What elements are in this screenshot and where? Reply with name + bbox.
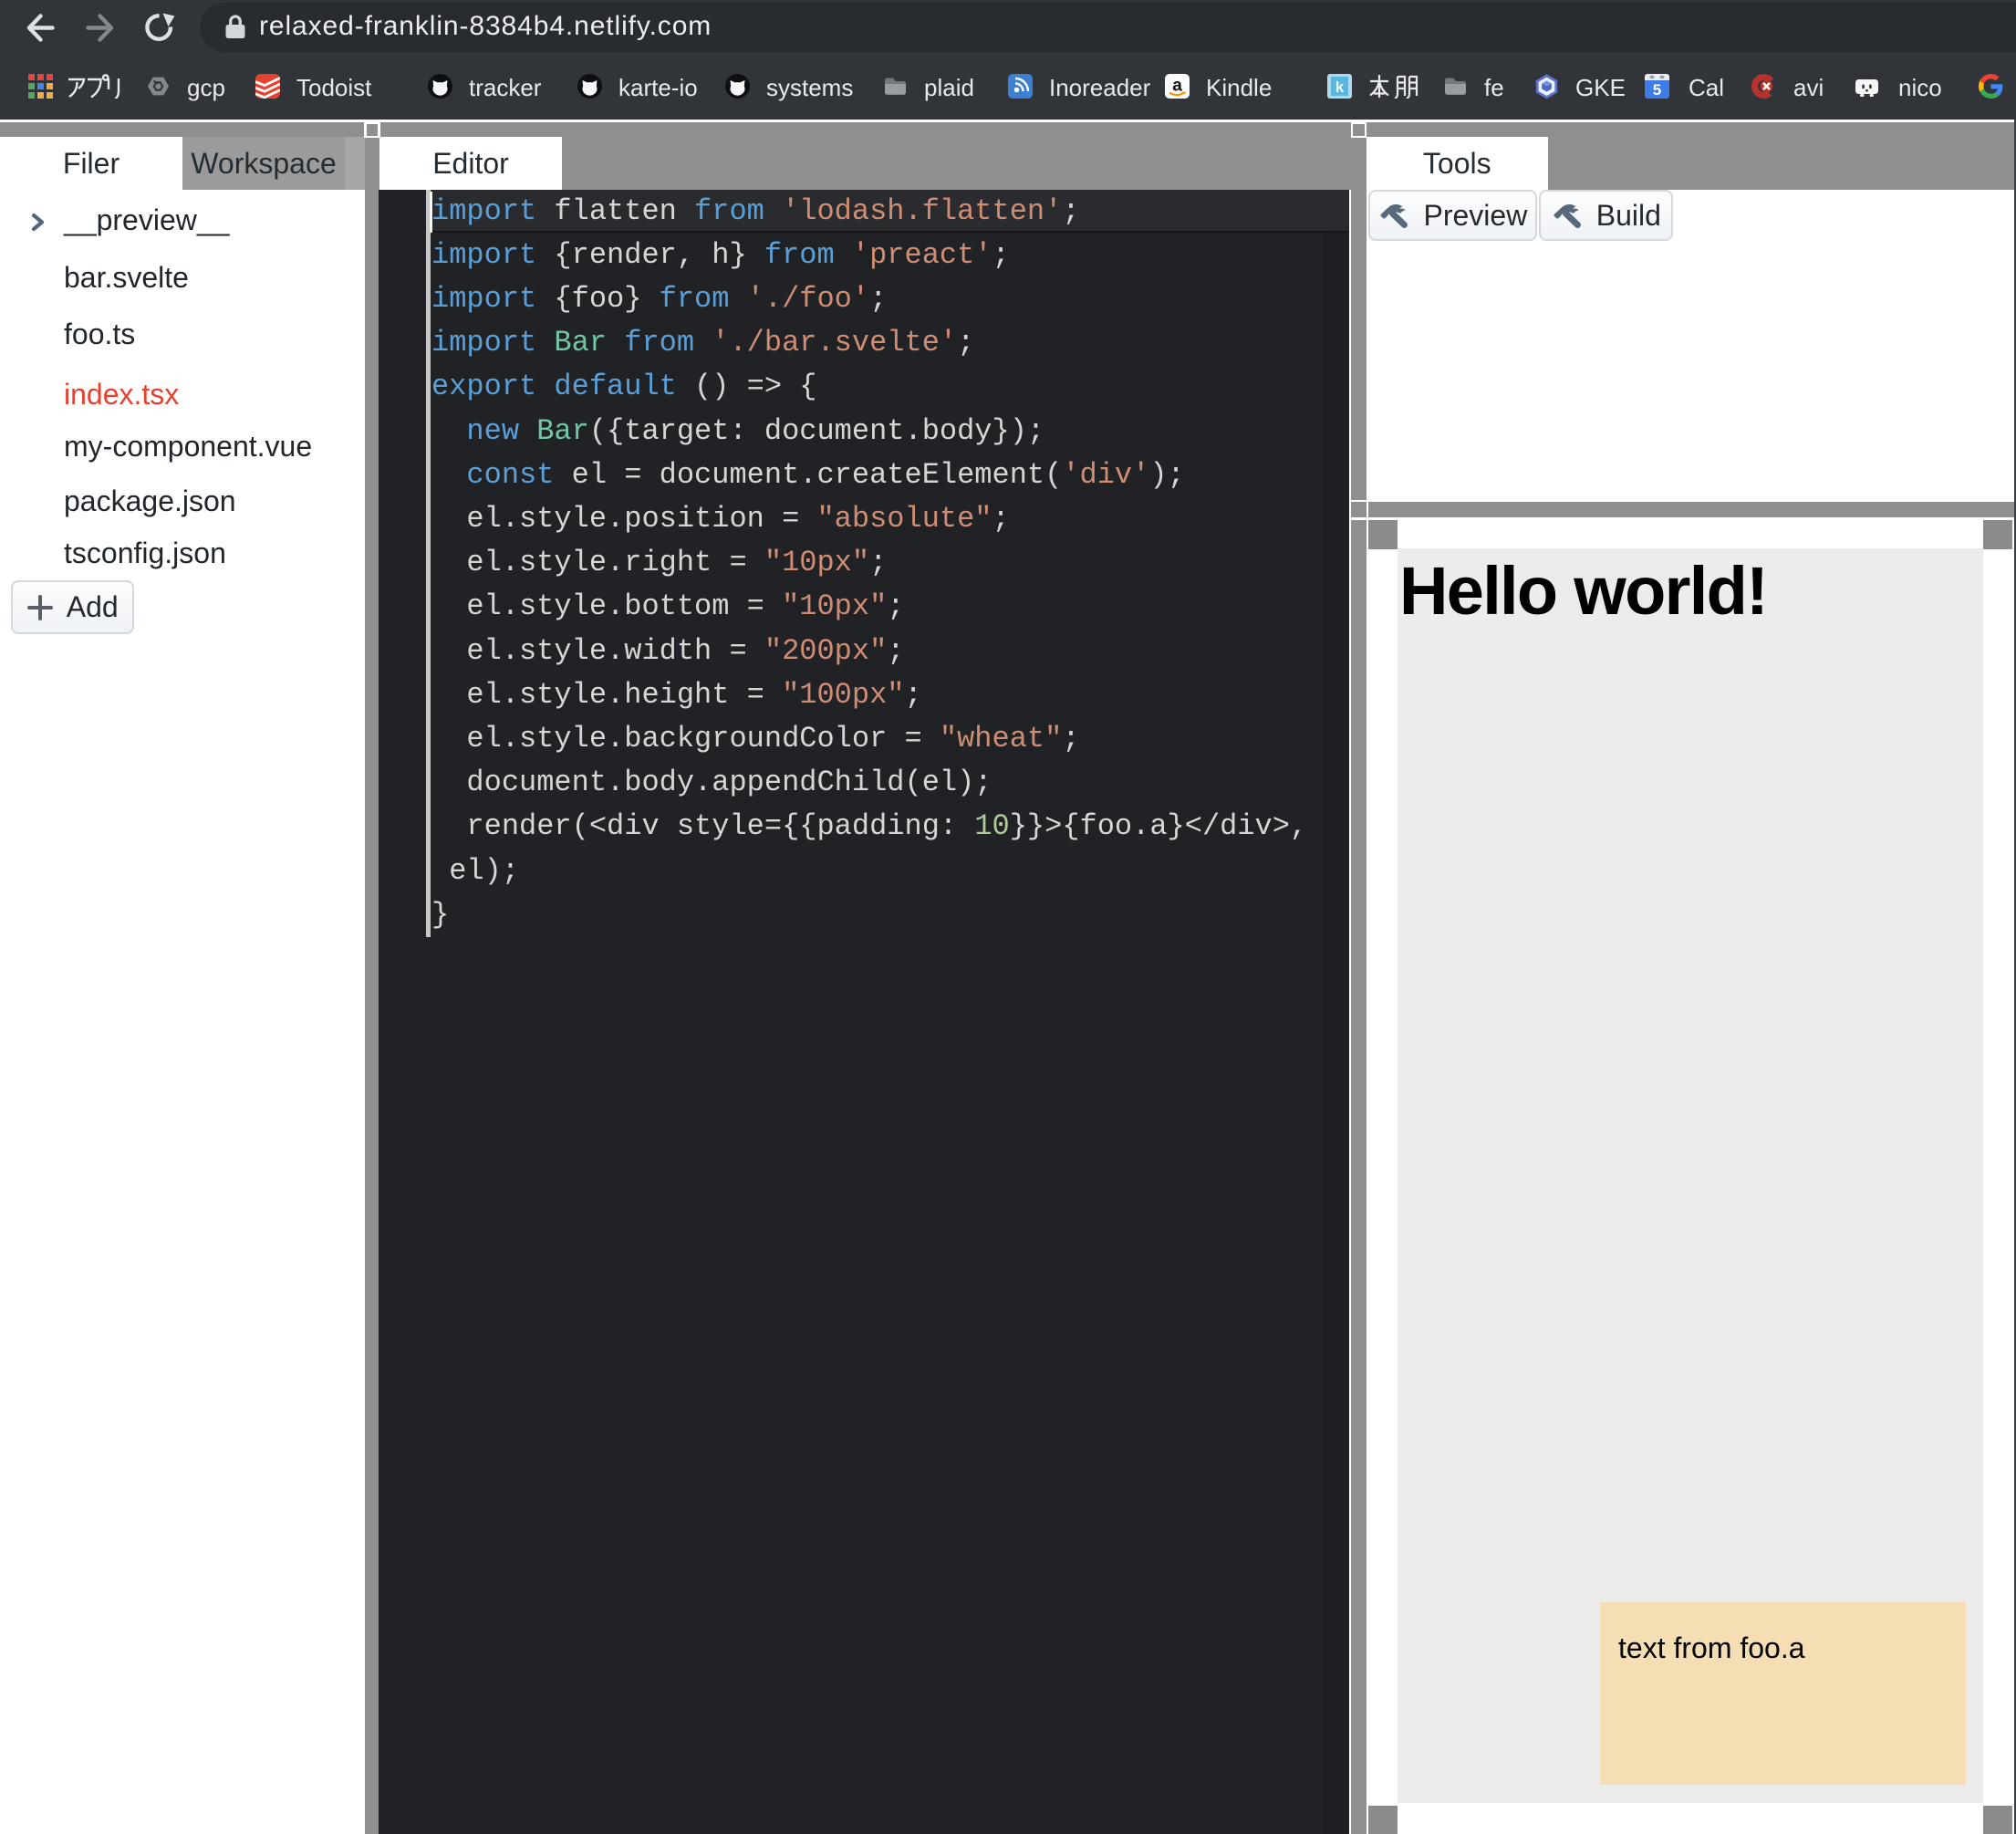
svg-text:k: k bbox=[1335, 78, 1345, 96]
svg-text:a: a bbox=[1172, 77, 1182, 96]
svg-text:5: 5 bbox=[1653, 81, 1661, 99]
